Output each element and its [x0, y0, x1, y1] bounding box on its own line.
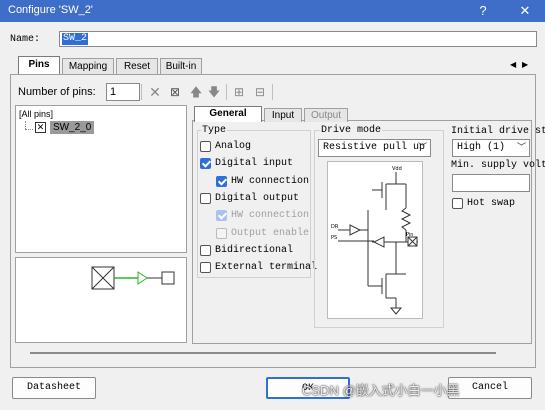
- datasheet-button[interactable]: Datasheet: [12, 377, 96, 399]
- digital-output-checkbox[interactable]: [200, 193, 211, 204]
- group-pins-icon[interactable]: ⊞: [232, 85, 246, 99]
- hw-connection-output-checkbox: [216, 210, 227, 221]
- drive-circuit-svg: Vdd DR PS Pin: [331, 166, 418, 315]
- drive-mode-select[interactable]: Resistive pull up ﹀: [318, 139, 431, 157]
- input-buffer-icon: [349, 224, 362, 236]
- tab-scroll-right-icon[interactable]: ▶: [522, 60, 528, 69]
- dr-label: DR: [331, 224, 339, 230]
- output-enable-label: Output enable: [231, 228, 310, 239]
- pin-preview: [15, 257, 187, 343]
- initial-drive-heading: Initial drive st: [451, 126, 545, 137]
- ground-icon: [389, 307, 403, 315]
- name-field[interactable]: SW_2: [59, 31, 537, 47]
- close-button[interactable]: ✕: [512, 2, 538, 20]
- output-enable-checkbox: [216, 228, 227, 239]
- initial-drive-select[interactable]: High (1) ﹀: [452, 139, 530, 157]
- digital-input-label: Digital input: [215, 158, 294, 169]
- cancel-button[interactable]: Cancel: [448, 377, 532, 399]
- type-heading: Type: [201, 125, 228, 136]
- bidirectional-checkbox[interactable]: [200, 245, 211, 256]
- ungroup-pins-icon[interactable]: ⊟: [253, 85, 267, 99]
- ps-label: PS: [331, 235, 337, 241]
- delete-pin-icon[interactable]: ✕: [148, 85, 162, 99]
- drive-mode-value: Resistive pull up: [323, 142, 426, 153]
- drive-mode-heading: Drive mode: [320, 125, 383, 136]
- tab-pins[interactable]: Pins: [18, 56, 60, 74]
- hw-connection-output-label: HW connection: [231, 210, 310, 221]
- tab-mapping[interactable]: Mapping: [62, 58, 114, 74]
- vdd-label: Vdd: [392, 166, 402, 172]
- chevron-down-icon: ﹀: [516, 143, 526, 153]
- tree-connector: [25, 121, 26, 129]
- drive-mode-diagram: Vdd DR PS Pin: [327, 161, 423, 319]
- move-down-icon[interactable]: 🡇: [207, 85, 221, 99]
- toolbar-divider: [141, 84, 142, 100]
- external-terminal-checkbox[interactable]: [200, 262, 211, 273]
- digital-output-label: Digital output: [215, 193, 300, 204]
- pin-grid-icon[interactable]: ⊠: [168, 85, 182, 99]
- toolbar-divider: [226, 84, 227, 100]
- hot-swap-label: Hot swap: [467, 198, 516, 209]
- window-title: Configure 'SW_2': [8, 4, 93, 16]
- hw-connection-input-checkbox[interactable]: [216, 176, 227, 187]
- subtab-input[interactable]: Input: [264, 108, 302, 122]
- hot-swap-checkbox[interactable]: [452, 198, 463, 209]
- name-label: Name:: [10, 34, 41, 45]
- subtab-general[interactable]: General: [194, 106, 262, 122]
- buffer-icon: [137, 271, 148, 285]
- tree-item-sw-2-0[interactable]: SW_2_0: [50, 121, 95, 134]
- min-supply-field[interactable]: [452, 174, 530, 192]
- analog-label: Analog: [215, 141, 252, 152]
- tab-built-in[interactable]: Built-in: [160, 58, 202, 74]
- pin-count-label: Number of pins:: [18, 86, 96, 98]
- horizontal-scrollbar[interactable]: [30, 352, 496, 354]
- help-button[interactable]: ?: [470, 2, 496, 20]
- chevron-down-icon: ﹀: [417, 143, 427, 153]
- hw-connection-input-label: HW connection: [231, 176, 310, 187]
- initial-drive-value: High (1): [457, 142, 506, 153]
- move-up-icon[interactable]: 🡅: [189, 85, 203, 99]
- output-buffer-icon: [372, 236, 385, 248]
- toolbar-divider: [272, 84, 273, 100]
- watermark: CSDN @嵌入式小白一小黑: [302, 383, 460, 398]
- name-value: SW_2: [62, 33, 89, 45]
- resistor-icon: [400, 207, 412, 231]
- pin-tree: [All pins] ✕ SW_2_0: [15, 105, 187, 253]
- pin-count-field[interactable]: 1: [106, 83, 140, 101]
- pin-preview-diagram: [91, 266, 175, 290]
- terminal-icon: [161, 271, 175, 285]
- pin-glyph-icon: ✕: [35, 122, 46, 133]
- external-terminal-label: External terminal: [215, 262, 318, 273]
- bidirectional-label: Bidirectional: [215, 245, 294, 256]
- tab-reset[interactable]: Reset: [116, 58, 158, 74]
- title-bar: Configure 'SW_2' ? ✕: [0, 0, 545, 22]
- tab-scroll-left-icon[interactable]: ◀: [510, 60, 516, 69]
- tree-root-all-pins[interactable]: [All pins]: [19, 109, 53, 119]
- subtab-output[interactable]: Output: [304, 108, 348, 122]
- digital-input-checkbox[interactable]: [200, 158, 211, 169]
- analog-checkbox[interactable]: [200, 141, 211, 152]
- tree-connector: [25, 129, 33, 130]
- min-supply-heading: Min. supply volt: [451, 160, 545, 171]
